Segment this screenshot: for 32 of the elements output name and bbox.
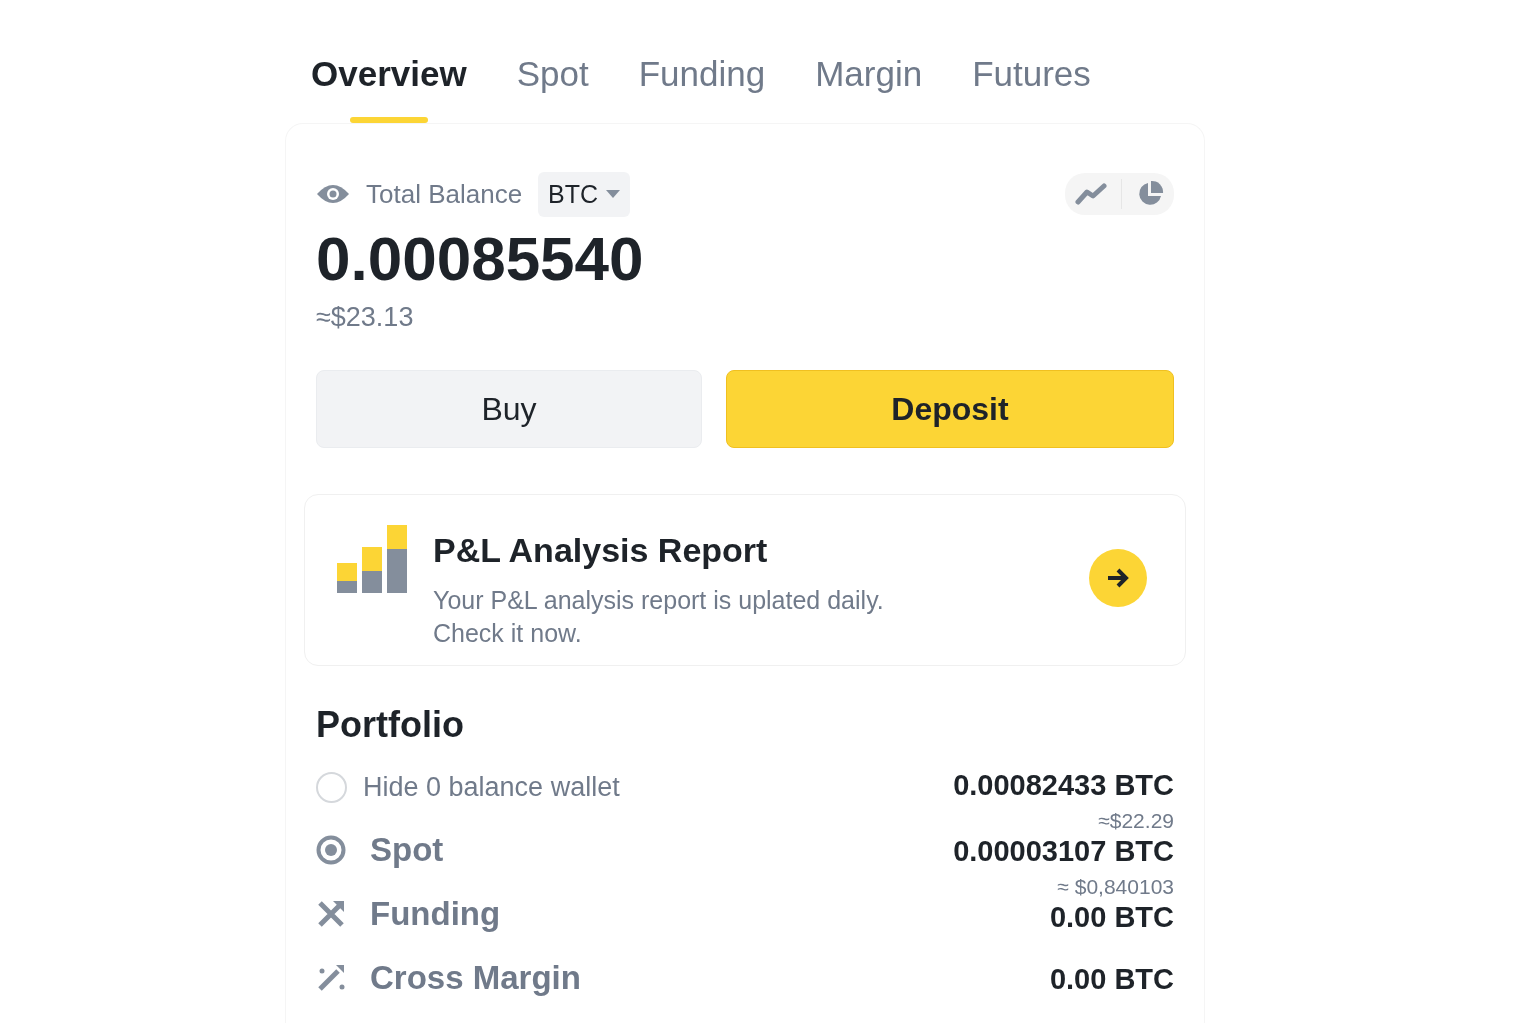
- btc-amount: 0.00003107 BTC: [953, 834, 1174, 869]
- wallet-name[interactable]: Funding: [370, 889, 501, 939]
- wallet-name[interactable]: Cross Margin: [370, 953, 581, 1003]
- btc-amount: 0.00 BTC: [1049, 962, 1174, 997]
- btc-amount: 0.00 BTC: [1049, 900, 1174, 935]
- arrow-icon: [1106, 566, 1130, 589]
- promo-title: P&L Analysis Report: [433, 529, 769, 571]
- btc-amount: 0.00082433 BTC: [953, 768, 1174, 803]
- bar-chart-icon: [337, 524, 409, 593]
- balance-usd: ≈$23.13: [316, 301, 415, 335]
- buy-button[interactable]: Buy: [316, 369, 702, 448]
- promo-description: Your P&L analysis report is uplated daily. Check it now.: [433, 584, 885, 650]
- tab[interactable]: Funding: [638, 48, 766, 123]
- balance-amount: 0.00085540: [316, 225, 645, 294]
- portfolio-title: Portfolio: [316, 703, 465, 748]
- line-chart-icon[interactable]: [1075, 182, 1107, 207]
- hide-zero-label[interactable]: Hide 0 balance wallet: [363, 766, 620, 808]
- usd-value: ≈ $0,840103: [1057, 874, 1174, 901]
- usd-value: ≈$22.29: [1098, 808, 1174, 835]
- target-icon: [316, 835, 346, 866]
- tab[interactable]: Margin: [815, 48, 923, 123]
- wallet-name[interactable]: Spot: [370, 825, 444, 875]
- currency-dropdown[interactable]: BTC: [538, 171, 631, 217]
- tab[interactable]: Spot: [516, 48, 589, 123]
- arrow-button[interactable]: [1089, 548, 1147, 607]
- checkbox[interactable]: [316, 771, 347, 803]
- promo-card[interactable]: P&L Analysis Report Your P&L analysis report is uplated daily. Check it now.: [304, 493, 1186, 667]
- tab[interactable]: Futures: [972, 48, 1091, 123]
- caret-icon: [606, 190, 621, 199]
- deposit-button[interactable]: Deposit: [725, 369, 1174, 448]
- balance-label: Total Balance: [366, 177, 523, 211]
- tab[interactable]: Overview: [311, 48, 467, 123]
